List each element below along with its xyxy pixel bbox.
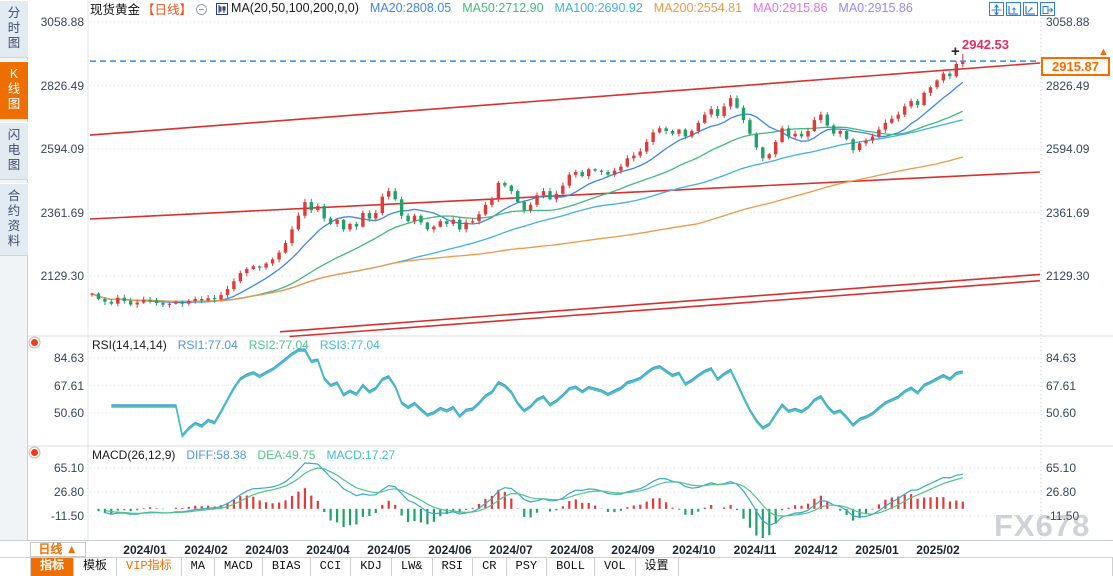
axis-label: 67.61 — [1046, 379, 1076, 393]
gold-chart-app: 分时图 K线图闪电图合约资料 现货黄金 【日线】 MA(20,50,100,200… — [0, 0, 1113, 576]
price-up-arrow-icon: ▲ — [1098, 46, 1109, 58]
ma-value-label: MA0:2915.86 — [753, 1, 827, 15]
month-label: 2024/12 — [788, 543, 844, 557]
toolbar-item-MACD[interactable]: MACD — [215, 558, 263, 576]
rsi-values: RSI1:77.04 RSI2:77.04 RSI3:77.04 — [178, 338, 391, 352]
month-label: 2024/08 — [544, 543, 600, 557]
rsi-value-label: RSI1:77.04 — [178, 338, 238, 352]
candlestick-mini-icon — [216, 3, 228, 15]
month-label: 2024/09 — [605, 543, 661, 557]
axis-label: 2361.69 — [30, 206, 84, 220]
month-label: 2024/03 — [239, 543, 295, 557]
toolbar-item-BOLL[interactable]: BOLL — [547, 558, 595, 576]
ma-values: MA20:2808.05 MA50:2712.90 MA100:2690.92 MA2… — [370, 1, 924, 15]
time-axis: 日线 ▲ 2024/01 2024/02 2024/03 2024/04 2024/05… — [0, 540, 1113, 557]
chart-tool-icons — [989, 2, 1055, 16]
left-tab-strip: 分时图 K线图闪电图合约资料 — [0, 0, 28, 540]
toolbar-item-MA[interactable]: MA — [182, 558, 215, 576]
axis-label: 3058.88 — [30, 15, 84, 29]
rsi-value-label: RSI2:77.04 — [249, 338, 309, 352]
last-price-marker: 2915.87 — [1041, 57, 1110, 76]
axis-label: 2826.49 — [1046, 79, 1089, 93]
axis-label: 2129.30 — [1046, 269, 1089, 283]
axis-label: 3058.88 — [1046, 15, 1089, 29]
ma-value-label: MA100:2690.92 — [555, 1, 643, 15]
month-label: 2024/01 — [117, 543, 173, 557]
rsi-value-label: RSI3:77.04 — [320, 338, 380, 352]
side-tab-2[interactable]: 闪电图 — [0, 122, 28, 180]
axis-label: 2826.49 — [30, 79, 84, 93]
axis-label: 50.60 — [30, 406, 84, 420]
axis-label: 65.10 — [30, 461, 84, 475]
toolbar-item-RSI[interactable]: RSI — [433, 558, 474, 576]
macd-value-label: DIFF:58.38 — [186, 448, 246, 462]
axis-label: 26.80 — [1046, 485, 1076, 499]
toolbar-item-VIP指标[interactable]: VIP指标 — [117, 558, 182, 576]
axis-label: 2129.30 — [30, 269, 84, 283]
macd-value-label: MACD:17.27 — [326, 448, 395, 462]
scale-up-icon[interactable] — [1006, 2, 1021, 16]
macd-settings-label: MACD(26,12,9) — [92, 448, 175, 462]
period-tag: 【日线】 — [142, 0, 192, 18]
axis-label: -11.50 — [30, 509, 84, 523]
toolbar-item-CR[interactable]: CR — [473, 558, 506, 576]
axis-label: 26.80 — [30, 485, 84, 499]
month-label: 2024/11 — [727, 543, 783, 557]
axis-label: 2361.69 — [1046, 206, 1089, 220]
crosshair-icon[interactable] — [989, 2, 1004, 16]
axis-label: 50.60 — [1046, 406, 1076, 420]
ma-value-label: MA0:2915.86 — [838, 1, 912, 15]
axis-label: 67.61 — [30, 379, 84, 393]
month-label: 2024/06 — [422, 543, 478, 557]
toolbar-item-模板[interactable]: 模板 — [74, 558, 117, 576]
ma-value-label: MA200:2554.81 — [654, 1, 742, 15]
high-price-annotation: 2942.53 — [962, 37, 1009, 52]
watermark: FX678 — [994, 508, 1090, 544]
ma-value-label: MA50:2712.90 — [462, 1, 543, 15]
high-cross-marker: + — [951, 43, 960, 60]
toolbar-item-LW&[interactable]: LW& — [392, 558, 433, 576]
toolbar-item-指标[interactable]: 指标 — [30, 558, 74, 576]
macd-pane-header: MACD(26,12,9) DIFF:58.38 DEA:49.75 MACD:17… — [92, 448, 406, 461]
macd-indicator-sun-icon[interactable] — [31, 449, 38, 456]
toolbar-item-设置[interactable]: 设置 — [636, 558, 679, 576]
month-label: 2024/02 — [178, 543, 234, 557]
axis-label: 84.63 — [30, 351, 84, 365]
main-chart-header: 现货黄金 【日线】 MA(20,50,100,200,0,0) MA20:280… — [90, 1, 924, 15]
toolbar-item-BIAS[interactable]: BIAS — [263, 558, 311, 576]
side-tab-1[interactable]: K线图 — [0, 61, 28, 119]
period-selector[interactable]: 日线 ▲ — [30, 542, 86, 557]
month-label: 2024/10 — [666, 543, 722, 557]
axis-label: 84.63 — [1046, 351, 1076, 365]
rsi-indicator-sun-icon[interactable] — [31, 339, 38, 346]
axis-label: 2594.09 — [30, 142, 84, 156]
month-label: 2025/01 — [849, 543, 905, 557]
toolbar-filler — [679, 558, 1113, 576]
side-tab-0[interactable]: 分时图 — [0, 0, 28, 58]
axis-label: 2594.09 — [1046, 142, 1089, 156]
month-label: 2024/05 — [361, 543, 417, 557]
axis-label: 65.10 — [1046, 461, 1076, 475]
rsi-settings-label: RSI(14,14,14) — [92, 338, 167, 352]
month-label: 2025/02 — [910, 543, 966, 557]
macd-value-label: DEA:49.75 — [257, 448, 315, 462]
collapse-icon[interactable] — [196, 4, 207, 15]
ma-settings-label: MA(20,50,100,200,0,0) — [231, 1, 359, 15]
rsi-pane-header: RSI(14,14,14) RSI1:77.04 RSI2:77.04 RSI3:7… — [92, 338, 391, 351]
toolbar-item-VOL[interactable]: VOL — [595, 558, 636, 576]
toolbar-item-KDJ[interactable]: KDJ — [351, 558, 392, 576]
macd-values: DIFF:58.38 DEA:49.75 MACD:17.27 — [186, 448, 406, 462]
scale-right-icon[interactable] — [1023, 2, 1038, 16]
pan-right-icon[interactable] — [1040, 2, 1055, 16]
chart-canvas — [0, 0, 1113, 576]
symbol-name: 现货黄金 — [90, 0, 140, 18]
ma-value-label: MA20:2808.05 — [370, 1, 451, 15]
month-label: 2024/04 — [300, 543, 356, 557]
toolbar-item-PSY[interactable]: PSY — [507, 558, 548, 576]
month-label: 2024/07 — [483, 543, 539, 557]
side-tab-3[interactable]: 合约资料 — [0, 183, 28, 256]
indicator-toolbar: 指标模板VIP指标MAMACDBIASCCIKDJLW&RSICRPSYBOLL… — [0, 557, 1113, 576]
toolbar-item-CCI[interactable]: CCI — [311, 558, 352, 576]
